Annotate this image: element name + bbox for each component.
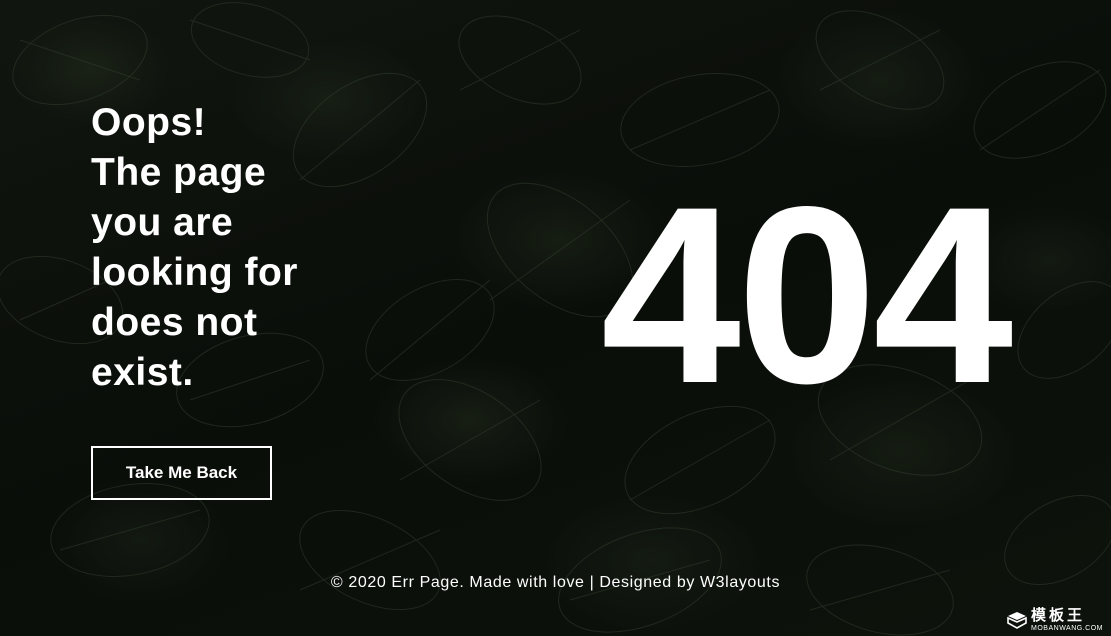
error-code: 404	[600, 155, 1013, 436]
take-me-back-button[interactable]: Take Me Back	[91, 446, 272, 500]
headline-line: The page	[91, 151, 267, 194]
watermark-subtitle: MOBANWANG.COM	[1031, 625, 1103, 632]
site-watermark: 模板王 MOBANWANG.COM	[1007, 608, 1103, 632]
headline-line: Oops!	[91, 101, 207, 144]
error-headline: Oops! The page you are looking for does …	[91, 98, 351, 398]
cube-logo-icon	[1007, 612, 1027, 629]
headline-line: exist.	[91, 351, 194, 394]
error-page: Oops! The page you are looking for does …	[0, 0, 1111, 636]
watermark-title: 模板王	[1031, 607, 1086, 624]
headline-line: does not	[91, 301, 258, 344]
footer-credit: © 2020 Err Page. Made with love | Design…	[330, 574, 781, 591]
headline-line: looking for	[91, 251, 298, 294]
headline-line: you are	[91, 201, 234, 244]
